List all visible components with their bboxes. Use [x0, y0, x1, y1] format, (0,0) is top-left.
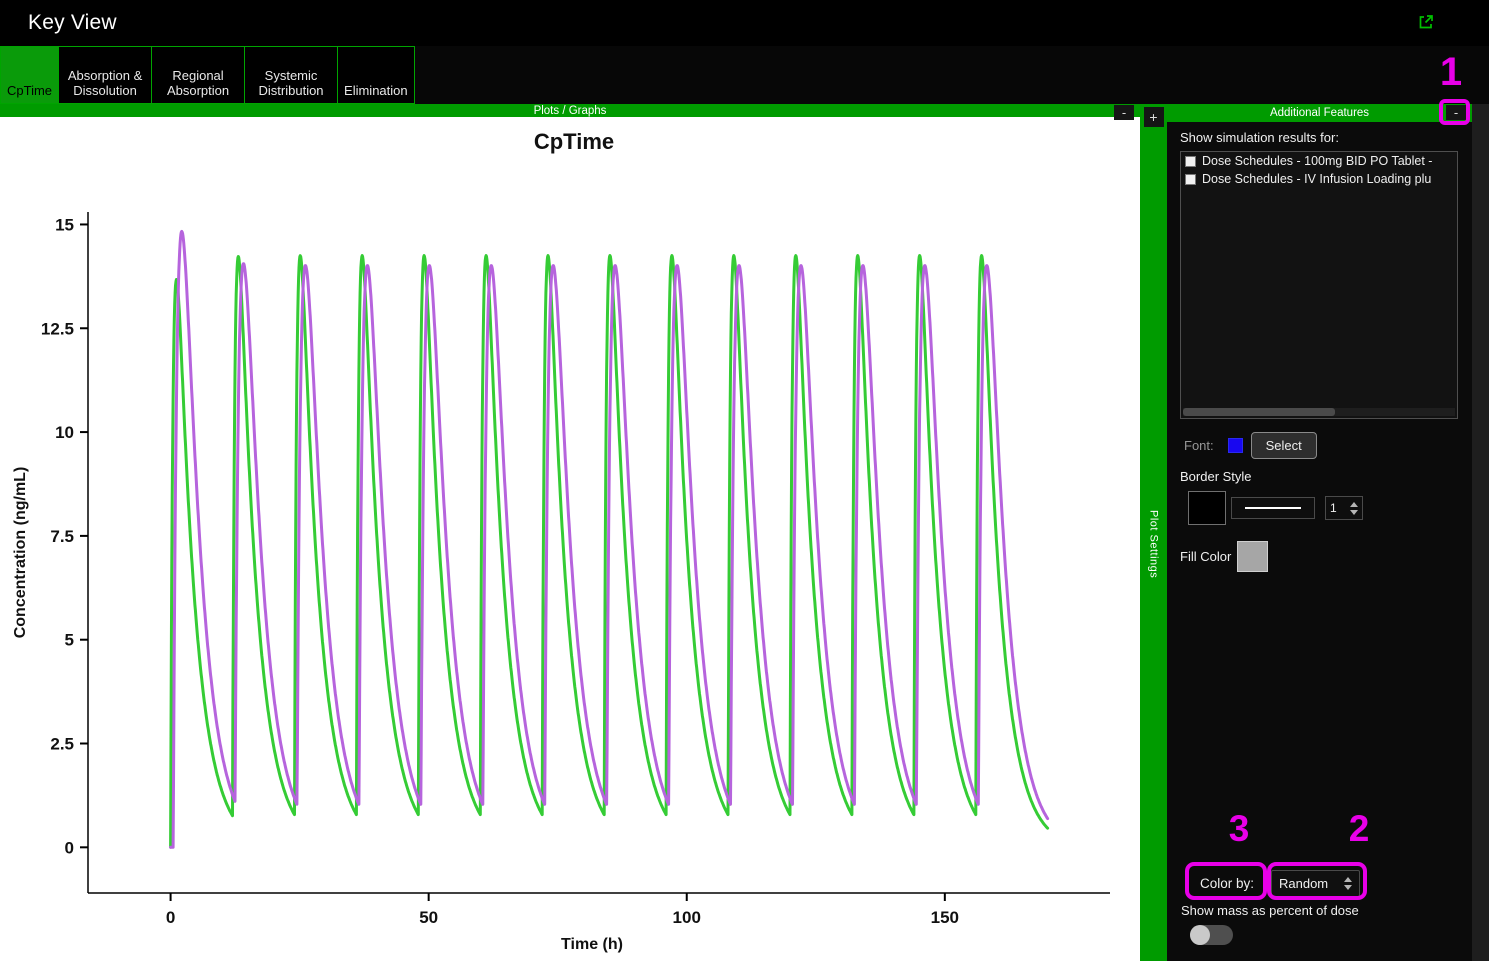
font-label: Font:: [1184, 437, 1214, 453]
list-scrollbar-thumb[interactable]: [1183, 408, 1336, 416]
collapse-additional-features-button[interactable]: -: [1446, 105, 1466, 120]
tab-cptime[interactable]: CpTime: [0, 46, 60, 104]
svg-text:10: 10: [55, 423, 74, 442]
plot-settings-strip-label: Plot Settings: [1147, 509, 1160, 579]
svg-text:100: 100: [673, 908, 701, 927]
additional-features-title: Additional Features: [1269, 107, 1370, 119]
color-by-select[interactable]: Random: [1271, 870, 1360, 897]
mass-percent-toggle[interactable]: [1190, 925, 1233, 945]
color-by-value: Random: [1279, 876, 1329, 891]
plot-settings-strip: + Plot Settings: [1140, 104, 1167, 961]
result-list-item[interactable]: Dose Schedules - 100mg BID PO Tablet -: [1181, 152, 1457, 170]
result-checkbox[interactable]: [1185, 173, 1196, 185]
svg-text:150: 150: [931, 908, 959, 927]
key-view-window: Key View CpTime Absorption & Dissolution R…: [0, 0, 1489, 961]
font-color-swatch[interactable]: [1227, 437, 1243, 453]
cptime-chart: 0 2.5 5 7.5 10 12.5 15 0 50 100 150 CpTime Time (h) C…: [0, 117, 1140, 961]
simulation-results-list[interactable]: Dose Schedules - 100mg BID PO Tablet - Do…: [1180, 151, 1458, 419]
tab-systemic-distribution[interactable]: Systemic Distribution: [244, 46, 339, 104]
font-select-button[interactable]: Select: [1250, 431, 1317, 459]
fill-color-label: Fill Color: [1180, 549, 1232, 564]
svg-text:CpTime: CpTime: [534, 129, 614, 154]
tab-absorption-dissolution[interactable]: Absorption & Dissolution: [58, 46, 153, 104]
list-horizontal-scrollbar[interactable]: [1183, 408, 1455, 416]
font-row: Font: Select: [1184, 431, 1458, 459]
toggle-knob: [1190, 925, 1210, 945]
tab-elimination[interactable]: Elimination: [337, 46, 415, 104]
cptime-plot-svg: 02.557.51012.5150 50 100 150CpTimeTime (h)C…: [12, 129, 1110, 953]
svg-text:7.5: 7.5: [50, 527, 74, 546]
svg-text:Concentration (ng/mL): Concentration (ng/mL): [12, 467, 29, 639]
svg-text:0: 0: [166, 908, 175, 927]
main-content: Plots / Graphs - 0 2.5 5 7.5 10 12.5 15 0 50 100 1…: [0, 104, 1489, 961]
border-style-row: 1: [1188, 491, 1458, 525]
result-item-label: Dose Schedules - IV Infusion Loading plu: [1202, 172, 1432, 186]
collapse-plots-button[interactable]: -: [1114, 105, 1134, 120]
fill-color-row: Fill Color: [1180, 541, 1458, 572]
svg-text:0: 0: [65, 838, 74, 857]
open-external-icon[interactable]: [1417, 13, 1435, 31]
spinner-arrows-icon[interactable]: [1350, 501, 1358, 515]
plots-graphs-header: Plots / Graphs -: [0, 104, 1140, 120]
color-by-label: Color by:: [1199, 876, 1255, 891]
border-color-swatch[interactable]: [1188, 491, 1226, 525]
title-bar: Key View: [0, 0, 1489, 46]
tab-regional-absorption[interactable]: Regional Absorption: [151, 46, 246, 104]
border-style-label: Border Style: [1180, 469, 1252, 484]
show-results-label: Show simulation results for:: [1180, 130, 1339, 145]
svg-text:5: 5: [65, 631, 74, 650]
view-tabs: CpTime Absorption & Dissolution Regional A…: [0, 46, 1489, 104]
result-checkbox[interactable]: [1185, 155, 1196, 167]
additional-features-header: Additional Features -: [1167, 104, 1472, 122]
svg-text:2.5: 2.5: [50, 735, 74, 754]
window-right-gutter: [1472, 104, 1489, 961]
svg-text:15: 15: [55, 215, 74, 234]
border-width-spinner[interactable]: 1: [1325, 496, 1363, 520]
plot-settings-strip-body[interactable]: Plot Settings: [1148, 127, 1160, 961]
plots-graphs-panel: Plots / Graphs - 0 2.5 5 7.5 10 12.5 15 0 50 100 1…: [0, 104, 1140, 961]
plots-graphs-title: Plots / Graphs: [533, 104, 607, 117]
mass-percent-label: Show mass as percent of dose: [1181, 903, 1359, 918]
svg-text:12.5: 12.5: [41, 319, 74, 338]
result-item-label: Dose Schedules - 100mg BID PO Tablet -: [1202, 154, 1433, 168]
border-width-value: 1: [1330, 501, 1337, 515]
svg-text:Time (h): Time (h): [561, 936, 623, 953]
svg-text:50: 50: [419, 908, 438, 927]
fill-color-swatch[interactable]: [1237, 541, 1269, 572]
additional-features-body: Show simulation results for: Dose Schedu…: [1167, 122, 1472, 961]
select-arrows-icon: [1344, 877, 1352, 890]
result-list-item[interactable]: Dose Schedules - IV Infusion Loading plu: [1181, 170, 1457, 188]
line-style-select[interactable]: [1231, 497, 1315, 519]
window-title: Key View: [28, 11, 117, 34]
additional-features-panel: Additional Features - Show simulation re…: [1167, 104, 1472, 961]
line-style-sample: [1245, 507, 1301, 509]
expand-plot-settings-button[interactable]: +: [1143, 107, 1164, 127]
